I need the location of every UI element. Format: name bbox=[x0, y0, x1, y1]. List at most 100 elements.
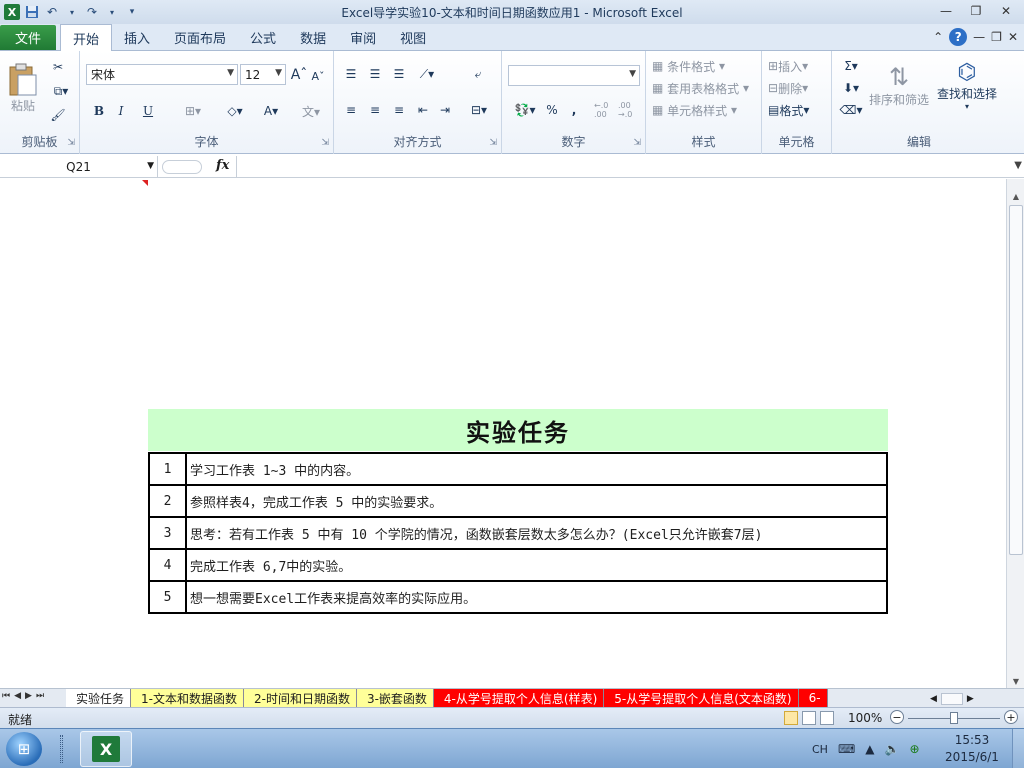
task-text-cell[interactable]: 学习工作表 1~3 中的内容。 bbox=[185, 452, 888, 486]
font-color-icon[interactable]: A▾ bbox=[256, 101, 286, 121]
next-sheet-icon[interactable]: ▶ bbox=[25, 691, 32, 701]
tab-formulas[interactable]: 公式 bbox=[238, 24, 288, 51]
sheet-tab[interactable]: 2-时间和日期函数 bbox=[243, 689, 357, 707]
merge-center-icon[interactable]: ⊟▾ bbox=[466, 101, 492, 119]
workbook-close-button[interactable]: ✕ bbox=[1008, 30, 1018, 44]
underline-button[interactable]: U bbox=[136, 101, 160, 121]
scroll-up-icon[interactable]: ▲ bbox=[1007, 189, 1024, 203]
percent-button[interactable]: % bbox=[544, 101, 560, 119]
help-icon[interactable]: ? bbox=[949, 28, 968, 46]
task-number-cell[interactable]: 2 bbox=[148, 484, 187, 518]
horizontal-scroll-thumb[interactable] bbox=[940, 692, 963, 705]
copy-icon[interactable]: ⧉▾ bbox=[50, 83, 72, 99]
tab-insert[interactable]: 插入 bbox=[112, 24, 162, 51]
vertical-scrollbar[interactable]: ▲ ▼ bbox=[1006, 179, 1024, 688]
sort-filter-button[interactable]: ⇅ 排序和筛选 bbox=[868, 55, 930, 115]
undo-icon[interactable]: ↶ bbox=[44, 4, 60, 20]
number-launcher-icon[interactable]: ⇲ bbox=[633, 138, 641, 148]
task-text-cell[interactable]: 完成工作表 6,7中的实验。 bbox=[185, 548, 888, 582]
fill-color-icon[interactable]: ◇▾ bbox=[220, 101, 250, 121]
scroll-right-icon[interactable]: ▶ bbox=[967, 694, 974, 704]
customize-qat-icon[interactable]: ▾ bbox=[124, 4, 140, 20]
tab-view[interactable]: 视图 bbox=[388, 24, 438, 51]
currency-icon[interactable]: 💱▾ bbox=[510, 101, 540, 119]
increase-indent-icon[interactable]: ⇥ bbox=[436, 101, 454, 119]
formula-resize-handle[interactable] bbox=[162, 160, 202, 174]
redo-dropdown-icon[interactable]: ▾ bbox=[104, 4, 120, 20]
task-text-cell[interactable]: 想一想需要Excel工作表来提高效率的实际应用。 bbox=[185, 580, 888, 614]
task-number-cell[interactable]: 5 bbox=[148, 580, 187, 614]
cell-styles-button[interactable]: ▦ 单元格样式 ▾ bbox=[652, 101, 737, 119]
close-button[interactable]: ✕ bbox=[992, 2, 1020, 20]
delete-cells-button[interactable]: ⊟ 删除 ▾ bbox=[768, 79, 808, 97]
workbook-restore-button[interactable]: ❐ bbox=[991, 30, 1002, 44]
first-sheet-icon[interactable]: ⏮ bbox=[2, 691, 10, 701]
start-button[interactable]: ⊞ bbox=[6, 732, 42, 766]
orientation-icon[interactable]: ⟋▾ bbox=[414, 65, 440, 83]
task-number-cell[interactable]: 1 bbox=[148, 452, 187, 486]
format-cells-button[interactable]: ▤ 格式 ▾ bbox=[768, 101, 809, 119]
task-text-cell[interactable]: 思考：若有工作表 5 中有 10 个学院的情况，函数嵌套层数太多怎么办？(Exc… bbox=[185, 516, 888, 550]
borders-icon[interactable]: ⊞▾ bbox=[178, 101, 208, 121]
maximize-button[interactable]: ❐ bbox=[962, 2, 990, 20]
volume-icon[interactable]: 🔈 bbox=[885, 742, 900, 756]
phonetic-icon[interactable]: 文▾ bbox=[296, 101, 326, 121]
font-launcher-icon[interactable]: ⇲ bbox=[321, 138, 329, 148]
tab-file[interactable]: 文件 bbox=[0, 25, 56, 50]
align-middle-icon[interactable]: ☰ bbox=[366, 65, 384, 83]
sheet-tab[interactable]: 实验任务 bbox=[66, 689, 132, 707]
clock[interactable]: 15:53 2015/6/1 bbox=[940, 732, 1004, 766]
scroll-down-icon[interactable]: ▼ bbox=[1007, 674, 1024, 688]
zoom-level[interactable]: 100% bbox=[848, 711, 882, 725]
save-icon[interactable] bbox=[24, 4, 40, 20]
decrease-decimal-button[interactable]: .00 →.0 bbox=[618, 101, 640, 119]
page-break-view-button[interactable] bbox=[820, 711, 834, 725]
worksheet-area[interactable]: 实验任务 1 学习工作表 1~3 中的内容。 2 参照样表4，完成工作表 5 中的实验… bbox=[0, 179, 1006, 688]
decrease-indent-icon[interactable]: ⇤ bbox=[414, 101, 432, 119]
conditional-format-button[interactable]: ▦ 条件格式 ▾ bbox=[652, 57, 725, 75]
show-desktop-button[interactable] bbox=[1012, 729, 1024, 768]
language-indicator[interactable]: CH bbox=[812, 743, 828, 756]
align-left-icon[interactable]: ≡ bbox=[342, 101, 360, 119]
insert-cells-button[interactable]: ⊞ 插入 ▾ bbox=[768, 57, 808, 75]
align-bottom-icon[interactable]: ☰ bbox=[390, 65, 408, 83]
network-icon[interactable]: ⊕ bbox=[909, 742, 919, 756]
zoom-out-button[interactable]: − bbox=[890, 710, 904, 724]
redo-icon[interactable]: ↷ bbox=[84, 4, 100, 20]
bold-button[interactable]: B bbox=[90, 101, 108, 121]
align-center-icon[interactable]: ≡ bbox=[366, 101, 384, 119]
keyboard-icon[interactable]: ⌨ bbox=[838, 742, 855, 756]
excel-app-icon[interactable]: X bbox=[4, 4, 20, 20]
show-hidden-icons-icon[interactable]: ▲ bbox=[865, 742, 874, 756]
sheet-tab[interactable]: 3-嵌套函数 bbox=[356, 689, 434, 707]
clipboard-launcher-icon[interactable]: ⇲ bbox=[67, 138, 75, 148]
increase-decimal-button[interactable]: ←.0 .00 bbox=[594, 101, 616, 119]
scroll-left-icon[interactable]: ◀ bbox=[930, 694, 937, 704]
sheet-tab[interactable]: 4-从学号提取个人信息(样表) bbox=[433, 689, 605, 707]
vertical-scroll-thumb[interactable] bbox=[1009, 205, 1023, 555]
align-top-icon[interactable]: ☰ bbox=[342, 65, 360, 83]
sheet-tab[interactable]: 6- bbox=[798, 689, 828, 707]
last-sheet-icon[interactable]: ⏭ bbox=[36, 691, 44, 701]
minimize-ribbon-icon[interactable]: ⌃ bbox=[933, 30, 943, 44]
alignment-launcher-icon[interactable]: ⇲ bbox=[489, 138, 497, 148]
task-text-cell[interactable]: 参照样表4，完成工作表 5 中的实验要求。 bbox=[185, 484, 888, 518]
align-right-icon[interactable]: ≡ bbox=[390, 101, 408, 119]
insert-function-icon[interactable]: fx bbox=[216, 158, 229, 173]
fill-icon[interactable]: ⬇▾ bbox=[840, 79, 862, 97]
name-box[interactable]: Q21 ▼ bbox=[0, 156, 158, 178]
workbook-minimize-button[interactable]: — bbox=[973, 30, 985, 44]
minimize-button[interactable]: — bbox=[932, 2, 960, 20]
tab-page-layout[interactable]: 页面布局 bbox=[162, 24, 238, 51]
zoom-slider-knob[interactable] bbox=[950, 712, 958, 724]
format-as-table-button[interactable]: ▦ 套用表格格式 ▾ bbox=[652, 79, 749, 97]
autosum-button[interactable]: Σ ▾ bbox=[840, 57, 862, 75]
formula-input[interactable] bbox=[240, 159, 1004, 175]
tab-data[interactable]: 数据 bbox=[288, 24, 338, 51]
prev-sheet-icon[interactable]: ◀ bbox=[14, 691, 21, 701]
find-select-button[interactable]: ⌬ 查找和选择 ▾ bbox=[934, 55, 1000, 115]
italic-button[interactable]: I bbox=[112, 101, 130, 121]
comma-button[interactable]: , bbox=[566, 101, 582, 119]
paste-button[interactable]: 粘贴 bbox=[4, 57, 42, 119]
font-size-combo[interactable]: 12 ▼ bbox=[240, 64, 286, 85]
